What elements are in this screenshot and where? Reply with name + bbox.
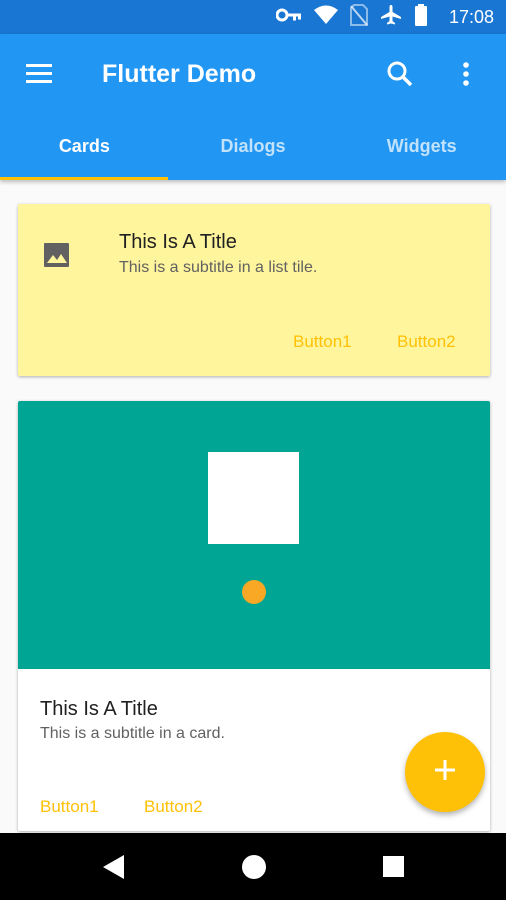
recents-icon[interactable] [383, 856, 404, 877]
card1-title: This Is A Title [119, 231, 237, 253]
media-square [208, 452, 299, 544]
tab-bar: Cards Dialogs Widgets [0, 130, 506, 180]
menu-icon[interactable] [24, 58, 56, 90]
card1-subtitle: This is a subtitle in a list tile. [119, 259, 318, 276]
battery-icon [414, 3, 428, 31]
card1-button2[interactable]: Button2 [397, 332, 456, 352]
card2-title: This Is A Title [40, 698, 158, 720]
status-icons [275, 3, 428, 31]
card-media [18, 401, 490, 669]
tab-cards[interactable]: Cards [0, 130, 169, 180]
tab-indicator [0, 177, 168, 180]
search-icon[interactable] [384, 58, 416, 90]
more-vert-icon[interactable] [452, 58, 480, 90]
list-tile-card: This Is A Title This is a subtitle in a … [18, 204, 490, 376]
status-time: 17:08 [448, 7, 494, 27]
status-bar: 17:08 [0, 0, 506, 34]
app-title: Flutter Demo [102, 60, 257, 88]
card2-subtitle: This is a subtitle in a card. [40, 725, 225, 742]
airplane-mode-icon [380, 4, 402, 31]
back-icon[interactable] [101, 854, 125, 880]
card1-button1[interactable]: Button1 [293, 332, 352, 352]
vpn-key-icon [275, 8, 302, 27]
card2-button2[interactable]: Button2 [144, 797, 203, 817]
tab-widgets[interactable]: Widgets [337, 130, 506, 180]
add-icon [433, 758, 457, 787]
card2-button1[interactable]: Button1 [40, 797, 99, 817]
system-nav-bar [0, 833, 506, 900]
tab-dialogs[interactable]: Dialogs [169, 130, 338, 180]
home-icon[interactable] [242, 855, 266, 879]
image-icon [42, 240, 72, 270]
no-sim-icon [350, 3, 368, 31]
add-fab-button[interactable] [405, 732, 485, 812]
wifi-icon [314, 5, 338, 30]
media-dot [242, 580, 266, 604]
app-bar: Flutter Demo Cards Dialogs Widgets [0, 34, 506, 180]
